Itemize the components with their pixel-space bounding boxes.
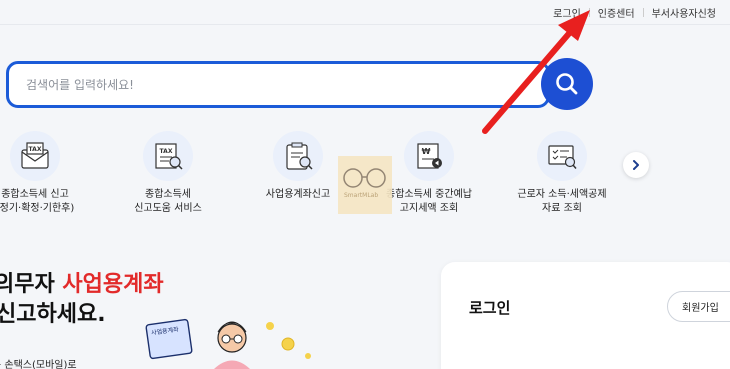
page: 로그인 인증센터 부서사용자신청 TAX 종합소득세 신고(정기·확정·기한후)	[0, 0, 730, 369]
checklist-search-icon	[537, 131, 587, 181]
service-label: 종합소득세 신고도움 서비스	[134, 189, 202, 214]
cert-center-link[interactable]: 인증센터	[590, 5, 643, 20]
promo-subtext: 는 손택스(모바일)로	[0, 360, 77, 369]
watermark-logo: SmartMLab	[338, 156, 392, 214]
carousel-next-button[interactable]	[623, 152, 649, 178]
dept-user-request-link[interactable]: 부서사용자신청	[644, 5, 724, 20]
svg-text:TAX: TAX	[160, 148, 173, 155]
service-item-income-tax-report[interactable]: TAX 종합소득세 신고 (정기·확정·기한후)	[0, 131, 95, 216]
header-divider	[0, 24, 730, 25]
service-label: 종합소득세 신고 (정기·확정·기한후)	[0, 189, 75, 214]
promo-headline-2: 신고하세요.	[0, 302, 106, 327]
clipboard-search-icon	[273, 131, 323, 181]
search-button[interactable]	[541, 58, 593, 110]
login-link[interactable]: 로그인	[545, 5, 589, 20]
login-panel-title: 로그인	[469, 299, 511, 317]
watermark-text: SmartMLab	[344, 192, 379, 199]
service-label: 근로자 소득·세액공제 자료 조회	[517, 189, 607, 214]
search-icon	[556, 73, 578, 95]
tax-envelope-icon: TAX	[10, 131, 60, 181]
signup-button[interactable]: 회원가입	[667, 291, 730, 322]
promo-illustration	[145, 318, 311, 369]
service-item-income-tax-help[interactable]: TAX 종합소득세 신고도움 서비스	[108, 131, 228, 216]
promo-headline: 의무자 사업용계좌	[0, 272, 164, 297]
top-links: 로그인 인증센터 부서사용자신청	[545, 4, 724, 20]
svg-text:TAX: TAX	[29, 146, 42, 153]
svg-text:₩: ₩	[422, 147, 431, 156]
won-document-icon: ₩	[404, 131, 454, 181]
search-input[interactable]	[26, 74, 506, 95]
tax-document-search-icon: TAX	[143, 131, 193, 181]
service-item-employee-deduction[interactable]: 근로자 소득·세액공제 자료 조회	[502, 131, 622, 216]
chevron-right-icon	[633, 160, 639, 170]
search-box	[6, 61, 550, 108]
